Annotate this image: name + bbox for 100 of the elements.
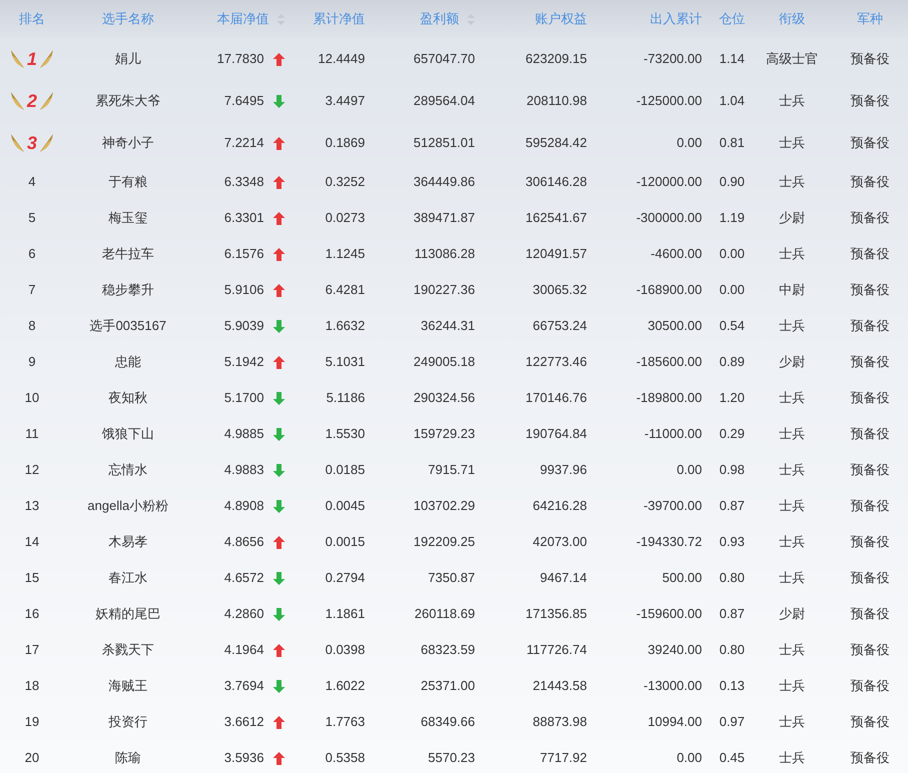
table-cell-text: 神奇小子 xyxy=(102,134,154,152)
table-cell-text: 中尉 xyxy=(779,281,805,300)
column-header[interactable]: 累计净值 xyxy=(313,9,365,29)
table-cell-text: -120000.00 xyxy=(636,173,702,192)
table-cell-text: 饿狼下山 xyxy=(102,425,154,444)
table-cell-text: angella小粉粉 xyxy=(88,497,168,516)
table-cell-text: 5.1186 xyxy=(326,389,365,408)
table-cell-text: 389471.87 xyxy=(414,209,475,228)
table-cell-text: 0.54 xyxy=(719,317,745,336)
table-cell-text: 士兵 xyxy=(779,497,805,516)
table-cell-text: 5.9039 xyxy=(224,317,264,336)
table-cell-text: -194330.72 xyxy=(636,533,702,552)
rank-number: 1 xyxy=(26,50,38,68)
table-cell-text: 0.0185 xyxy=(325,461,365,480)
table-cell-text: 103702.29 xyxy=(414,497,475,516)
table-cell-text: 少尉 xyxy=(779,209,805,228)
table-cell-text: 士兵 xyxy=(779,749,805,768)
table-cell-text: 夜知秋 xyxy=(108,389,148,408)
laurel-icon xyxy=(10,133,25,153)
table-cell-text: 预备役 xyxy=(850,281,890,300)
table-cell-text: 3.6612 xyxy=(224,713,264,732)
table-cell-text: 0.2794 xyxy=(325,569,365,588)
table-cell-text: 25371.00 xyxy=(420,677,475,696)
table-cell-text: 7.6495 xyxy=(224,92,264,110)
table-cell-text: 0.0398 xyxy=(325,641,365,660)
table-cell-text: 192209.25 xyxy=(414,533,475,552)
table-cell-text: -300000.00 xyxy=(636,209,702,228)
table-cell-text: 0.89 xyxy=(719,353,745,372)
table-cell-text: 249005.18 xyxy=(414,353,475,372)
table-cell-text: 预备役 xyxy=(850,245,890,264)
column-header[interactable]: 排名 xyxy=(19,9,45,29)
table-cell-text: 4.8908 xyxy=(224,497,264,516)
table-cell-text: 39240.00 xyxy=(648,641,702,660)
table-cell-text: 预备役 xyxy=(850,569,890,588)
table-cell-text: 4.2860 xyxy=(224,605,264,624)
column-header[interactable]: 仓位 xyxy=(719,9,745,29)
table-cell-text: 1.1861 xyxy=(325,605,365,624)
table-cell-text: -39700.00 xyxy=(643,497,702,516)
table-cell-text: -4600.00 xyxy=(650,245,702,264)
table-cell-text: 17 xyxy=(24,641,40,660)
table-cell-text: 0.87 xyxy=(719,605,745,624)
table-cell-text: 7 xyxy=(28,281,36,300)
table-cell-text: 0.00 xyxy=(676,461,702,480)
table-cell-text: 113086.28 xyxy=(414,245,475,264)
table-cell-text: 士兵 xyxy=(779,425,805,444)
table-cell-text: 娟儿 xyxy=(115,50,141,68)
table-cell-text: 老牛拉车 xyxy=(102,245,154,264)
table-cell-text: 3.5936 xyxy=(224,749,264,768)
table-cell-text: 预备役 xyxy=(850,749,890,768)
table-cell-text: 9 xyxy=(28,353,36,372)
column-header[interactable]: 军种 xyxy=(857,9,883,29)
table-cell-text: 3.7694 xyxy=(224,677,264,696)
table-cell-text: -73200.00 xyxy=(643,50,702,68)
table-cell-text: 士兵 xyxy=(779,533,805,552)
table-cell-text: 陈瑜 xyxy=(115,749,141,768)
table-cell-text: 0.97 xyxy=(719,713,745,732)
table-cell-text: 士兵 xyxy=(779,389,805,408)
column-header[interactable]: 盈利额 xyxy=(420,9,459,29)
table-cell-text: 1.14 xyxy=(719,50,745,68)
table-cell-text: 0.00 xyxy=(719,245,745,264)
table-cell-text: -168900.00 xyxy=(636,281,702,300)
table-cell-text: 120491.57 xyxy=(526,245,587,264)
table-cell-text: 122773.46 xyxy=(526,353,587,372)
table-cell-text: 忘情水 xyxy=(108,461,148,480)
table-cell-text: 选手0035167 xyxy=(90,317,166,336)
table-cell-text: 512851.01 xyxy=(414,134,475,152)
table-cell-text: 306146.28 xyxy=(526,173,587,192)
table-cell-text: 0.29 xyxy=(719,425,745,444)
column-header[interactable]: 选手名称 xyxy=(102,9,154,29)
column-header[interactable]: 账户权益 xyxy=(535,9,587,29)
table-cell-text: 88873.98 xyxy=(532,713,587,732)
table-cell-text: 1.19 xyxy=(719,209,745,228)
table-cell-text: 595284.42 xyxy=(526,134,587,152)
table-cell-text: 1.04 xyxy=(719,92,745,110)
table-cell-text: 士兵 xyxy=(779,461,805,480)
table-cell-text: 1.6632 xyxy=(325,317,365,336)
table-cell-text: 少尉 xyxy=(779,605,805,624)
table-cell-text: 0.45 xyxy=(719,749,745,768)
column-header[interactable]: 出入累计 xyxy=(650,9,702,29)
table-cell-text: 预备役 xyxy=(850,317,890,336)
table-cell-text: -159600.00 xyxy=(636,605,702,624)
table-cell-text: 623209.15 xyxy=(526,50,587,68)
table-cell-text: 4.9883 xyxy=(224,461,264,480)
table-cell-text: 6.3348 xyxy=(224,173,264,192)
table-cell-text: -189800.00 xyxy=(636,389,702,408)
table-cell-text: 13 xyxy=(24,497,40,516)
table-cell-text: 0.00 xyxy=(676,134,702,152)
column-header[interactable]: 衔级 xyxy=(779,9,805,29)
table-cell-text: 5.1942 xyxy=(224,353,264,372)
table-cell-text: 士兵 xyxy=(779,173,805,192)
table-cell-text: 1.1245 xyxy=(325,245,365,264)
table-cell-text: 9937.96 xyxy=(540,461,587,480)
table-cell-text: 4.6572 xyxy=(224,569,264,588)
column-header[interactable]: 本届净值 xyxy=(217,9,269,29)
table-cell-text: 64216.28 xyxy=(532,497,587,516)
table-cell-text: 5 xyxy=(28,209,36,228)
table-cell-text: 于有粮 xyxy=(108,173,148,192)
table-cell-text: -125000.00 xyxy=(636,92,702,110)
table-cell-text: 0.90 xyxy=(719,173,745,192)
table-cell-text: 梅玉玺 xyxy=(108,209,148,228)
